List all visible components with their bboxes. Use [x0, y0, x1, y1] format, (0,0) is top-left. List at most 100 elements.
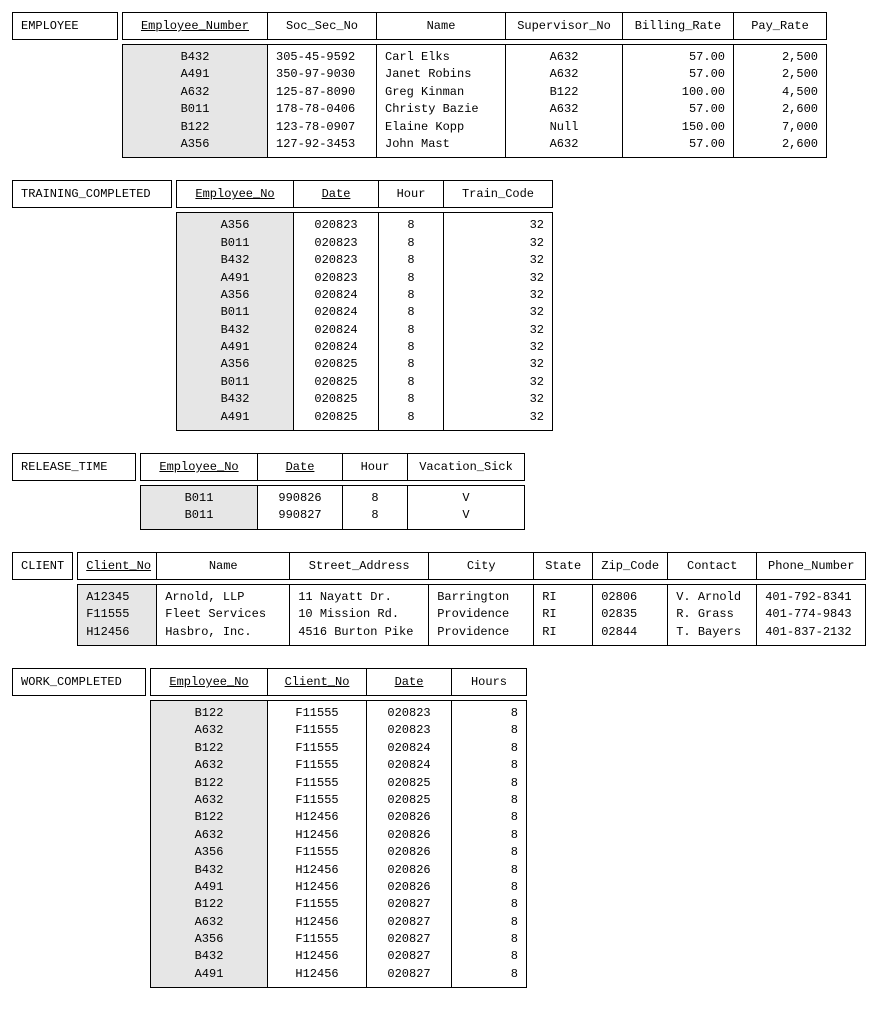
- cell: 32: [452, 252, 544, 269]
- column-header-text: Billing_Rate: [635, 19, 721, 33]
- cell: B011: [185, 374, 285, 391]
- cell: RI: [542, 624, 584, 641]
- cell: A491: [185, 339, 285, 356]
- cell: Fleet Services: [165, 606, 281, 623]
- cell: 020823: [302, 270, 370, 287]
- table-column: 0208230208230208240208240208250208250208…: [366, 700, 452, 988]
- cell: 8: [387, 252, 435, 269]
- cell: V: [416, 490, 516, 507]
- table-column: B011B011: [140, 485, 258, 530]
- cell: A12345: [86, 589, 148, 606]
- table-column: A356B011B432A491A356B011B432A491A356B011…: [176, 212, 294, 431]
- cell: B432: [185, 252, 285, 269]
- cell: 8: [460, 879, 518, 896]
- column-header: Employee_No: [140, 453, 258, 481]
- cell: 8: [387, 356, 435, 373]
- cell: A491: [159, 879, 259, 896]
- table-label: WORK_COMPLETED: [12, 668, 146, 696]
- cell: B432: [185, 391, 285, 408]
- column-header: Pay_Rate: [733, 12, 827, 40]
- column-header-text: Hour: [397, 187, 426, 201]
- cell: A356: [185, 356, 285, 373]
- cell: H12456: [86, 624, 148, 641]
- column-header-text: Train_Code: [462, 187, 534, 201]
- relation-client: CLIENTClient_NoNameStreet_AddressCitySta…: [12, 552, 862, 646]
- cell: B122: [159, 705, 259, 722]
- table-column: RIRIRI: [533, 584, 593, 646]
- cell: 020824: [302, 287, 370, 304]
- cell: 020823: [375, 722, 443, 739]
- table-column: 401-792-8341401-774-9843401-837-2132: [756, 584, 866, 646]
- cell: A632: [159, 722, 259, 739]
- cell: B432: [185, 322, 285, 339]
- cell: 8: [460, 809, 518, 826]
- column-header-text: Contact: [687, 559, 737, 573]
- column-header-text: Zip_Code: [601, 559, 659, 573]
- cell: 020824: [375, 740, 443, 757]
- column-header: Employee_Number: [122, 12, 268, 40]
- cell: 127-92-3453: [276, 136, 368, 153]
- cell: 8: [387, 217, 435, 234]
- column-header: Date: [257, 453, 343, 481]
- cell: 32: [452, 374, 544, 391]
- table-column: B432A491A632B011B122A356: [122, 44, 268, 158]
- column-header: Hours: [451, 668, 527, 696]
- cell: 8: [460, 792, 518, 809]
- cell: 020827: [375, 948, 443, 965]
- cell: F11555: [276, 740, 358, 757]
- cell: 2,600: [742, 101, 818, 118]
- table-column: 8888888888888888: [451, 700, 527, 988]
- cell: 020823: [302, 252, 370, 269]
- cell: A632: [159, 792, 259, 809]
- cell: Hasbro, Inc.: [165, 624, 281, 641]
- body-row: B122A632B122A632B122A632B122A632A356B432…: [150, 700, 527, 988]
- body-row: A12345F11555H12456 Arnold, LLPFleet Servi…: [77, 584, 866, 646]
- cell: 401-774-9843: [765, 606, 857, 623]
- cell: 8: [351, 490, 399, 507]
- cell: A632: [514, 136, 614, 153]
- column-header: Hour: [342, 453, 408, 481]
- relation-work_completed: WORK_COMPLETEDEmployee_NoClient_NoDateHo…: [12, 668, 862, 988]
- cell: A491: [185, 409, 285, 426]
- cell: A491: [131, 66, 259, 83]
- cell: 020826: [375, 809, 443, 826]
- cell: 020825: [375, 775, 443, 792]
- cell: A632: [514, 49, 614, 66]
- column-header: Client_No: [267, 668, 367, 696]
- cell: H12456: [276, 827, 358, 844]
- cell: 100.00: [631, 84, 725, 101]
- table-column: F11555F11555F11555F11555F11555F11555H124…: [267, 700, 367, 988]
- cell: F11555: [276, 844, 358, 861]
- cell: 020825: [302, 391, 370, 408]
- table-column: Carl ElksJanet RobinsGreg KinmanChristy …: [376, 44, 506, 158]
- header-row: Client_NoNameStreet_AddressCityStateZip_…: [77, 552, 866, 580]
- cell: A356: [185, 287, 285, 304]
- cell: F11555: [276, 705, 358, 722]
- cell: 8: [460, 931, 518, 948]
- cell: 8: [460, 948, 518, 965]
- cell: B432: [159, 948, 259, 965]
- relation-row: WORK_COMPLETEDEmployee_NoClient_NoDateHo…: [12, 668, 862, 988]
- cell: 020825: [302, 356, 370, 373]
- column-header-text: Employee_No: [195, 187, 274, 201]
- column-header-text: Hour: [361, 460, 390, 474]
- cell: Barrington: [437, 589, 525, 606]
- table-label: TRAINING_COMPLETED: [12, 180, 172, 208]
- cell: 32: [452, 304, 544, 321]
- cell: A356: [159, 931, 259, 948]
- column-header: Zip_Code: [592, 552, 668, 580]
- cell: 125-87-8090: [276, 84, 368, 101]
- cell: T. Bayers: [676, 624, 748, 641]
- cell: 020826: [375, 844, 443, 861]
- cell: V: [416, 507, 516, 524]
- column-header: Date: [293, 180, 379, 208]
- table-column: Arnold, LLPFleet ServicesHasbro, Inc.: [156, 584, 290, 646]
- table-column: 888888888888: [378, 212, 444, 431]
- relation-row: TRAINING_COMPLETED Employee_No Date Hour Tra…: [12, 180, 862, 431]
- cell: A356: [159, 844, 259, 861]
- cell: F11555: [86, 606, 148, 623]
- cell: 32: [452, 270, 544, 287]
- table-column: 305-45-9592350-97-9030125-87-8090178-78-…: [267, 44, 377, 158]
- cell: B011: [149, 490, 249, 507]
- column-header-text: Pay_Rate: [751, 19, 809, 33]
